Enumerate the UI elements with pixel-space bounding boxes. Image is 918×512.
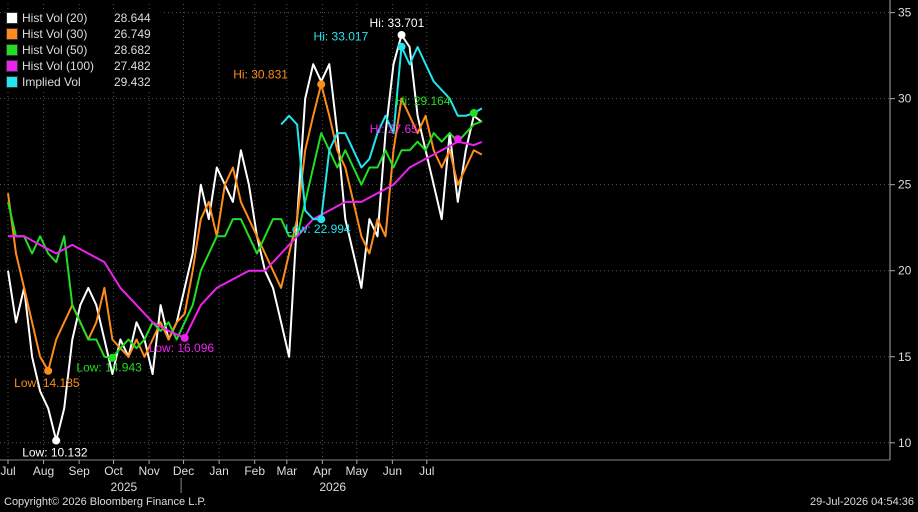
x-tick-label: Jul (0, 464, 15, 478)
legend-name: Hist Vol (30) (22, 27, 88, 41)
legend-value: 27.482 (114, 59, 151, 73)
legend-entry: Hist Vol (50) 28.682 (6, 42, 164, 58)
x-tick-label: Oct (104, 464, 123, 478)
legend-value: 29.432 (114, 75, 151, 89)
annotation-label: Hi: 30.831 (233, 67, 288, 81)
legend-swatch (6, 28, 18, 40)
annotation-label: Low: 16.096 (149, 341, 215, 355)
x-tick-label: Jun (383, 464, 402, 478)
legend-name: Hist Vol (100) (22, 59, 95, 73)
footer: Copyright© 2026 Bloomberg Finance L.P. 2… (0, 494, 918, 512)
legend-name: Hist Vol (50) (22, 43, 88, 57)
year-label: 2026 (319, 480, 346, 494)
annotation-marker (453, 135, 462, 144)
annotation-label: Low: 14.943 (76, 361, 142, 375)
y-tick-label: 25 (898, 178, 912, 192)
y-tick-label: 20 (898, 264, 912, 278)
year-label: 2025 (111, 480, 138, 494)
annotation-label: Hi: 29.164 (396, 94, 451, 108)
x-tick-label: Jan (209, 464, 228, 478)
legend-swatch (6, 76, 18, 88)
annotation-marker (397, 30, 406, 39)
x-tick-label: Apr (313, 464, 332, 478)
annotation-label: Hi: 33.701 (370, 16, 425, 30)
legend-name: Implied Vol (22, 75, 81, 89)
legend-entry: Implied Vol 29.432 (6, 74, 164, 90)
timestamp-text: 29-Jul-2026 04:54:36 (810, 496, 914, 508)
x-tick-label: May (345, 464, 368, 478)
x-tick-label: Jul (419, 464, 434, 478)
copyright-text: Copyright© 2026 Bloomberg Finance L.P. (4, 496, 207, 508)
legend-entry: Hist Vol (100) 27.482 (6, 58, 164, 74)
x-tick-label: Feb (244, 464, 265, 478)
annotation-marker (44, 366, 53, 375)
legend-value: 28.682 (114, 43, 151, 57)
legend-entry: Hist Vol (20) 28.644 (6, 10, 164, 26)
legend-entry: Hist Vol (30) 26.749 (6, 26, 164, 42)
legend-swatch (6, 44, 18, 56)
annotation-label: Low: 22.994 (285, 222, 351, 236)
annotation-label: Hi: 33.017 (314, 30, 369, 44)
legend-value: 28.644 (114, 11, 151, 25)
x-tick-label: Mar (276, 464, 297, 478)
y-tick-label: 30 (898, 92, 912, 106)
legend-value: 26.749 (114, 27, 151, 41)
x-tick-label: Aug (33, 464, 54, 478)
y-tick-label: 10 (898, 436, 912, 450)
annotation-marker (397, 42, 406, 51)
annotation-marker (317, 80, 326, 89)
legend-swatch (6, 60, 18, 72)
legend: Hist Vol (20) 28.644 Hist Vol (30) 26.749 Hi… (6, 10, 164, 90)
x-tick-label: Nov (138, 464, 159, 478)
x-tick-label: Sep (68, 464, 90, 478)
y-tick-label: 15 (898, 350, 912, 364)
annotation-label: Low: 14.185 (14, 376, 80, 390)
x-tick-label: Dec (173, 464, 194, 478)
legend-swatch (6, 12, 18, 24)
annotation-marker (52, 436, 61, 445)
legend-name: Hist Vol (20) (22, 11, 88, 25)
annotation-label: Low: 10.132 (22, 446, 88, 460)
annotation-marker (469, 109, 478, 118)
y-tick-label: 35 (898, 6, 912, 20)
annotation-label: Hi: 27.65 (370, 122, 418, 136)
